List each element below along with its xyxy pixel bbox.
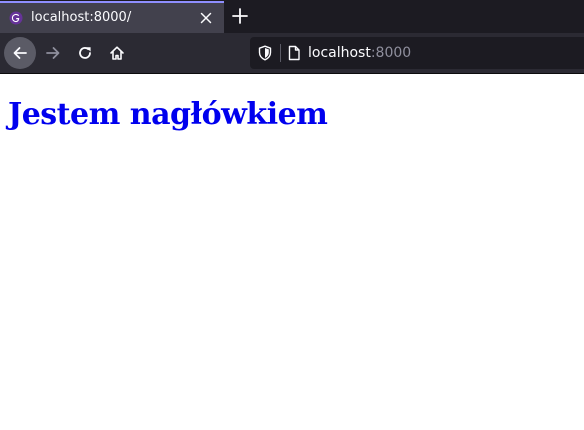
url-host: localhost xyxy=(308,45,371,61)
close-icon[interactable] xyxy=(198,10,214,26)
tab-title: localhost:8000/ xyxy=(31,10,132,25)
reload-button[interactable] xyxy=(69,37,101,69)
navigation-toolbar: localhost:8000 xyxy=(0,33,584,73)
address-bar[interactable]: localhost:8000 xyxy=(250,37,584,69)
forward-arrow-icon xyxy=(46,47,60,59)
page-icon[interactable] xyxy=(287,45,301,61)
forward-button[interactable] xyxy=(37,37,69,69)
url-separator xyxy=(280,44,281,62)
tab-localhost[interactable]: localhost:8000/ xyxy=(0,1,224,33)
new-tab-icon[interactable] xyxy=(230,6,250,26)
gatsby-icon xyxy=(9,11,23,25)
browser-window: localhost:8000/ localhost:8000 Jestem na… xyxy=(0,0,584,430)
page-content: Jestem nagłówkiem xyxy=(0,73,584,430)
url-port: :8000 xyxy=(370,45,412,61)
home-icon xyxy=(110,46,124,60)
back-arrow-icon xyxy=(13,47,27,59)
page-heading: Jestem nagłówkiem xyxy=(8,97,328,132)
url-text[interactable]: localhost:8000 xyxy=(308,45,411,61)
shield-icon[interactable] xyxy=(258,45,272,61)
tab-strip: localhost:8000/ xyxy=(0,0,584,33)
reload-icon xyxy=(79,47,91,59)
back-button[interactable] xyxy=(4,37,36,69)
home-button[interactable] xyxy=(101,37,133,69)
